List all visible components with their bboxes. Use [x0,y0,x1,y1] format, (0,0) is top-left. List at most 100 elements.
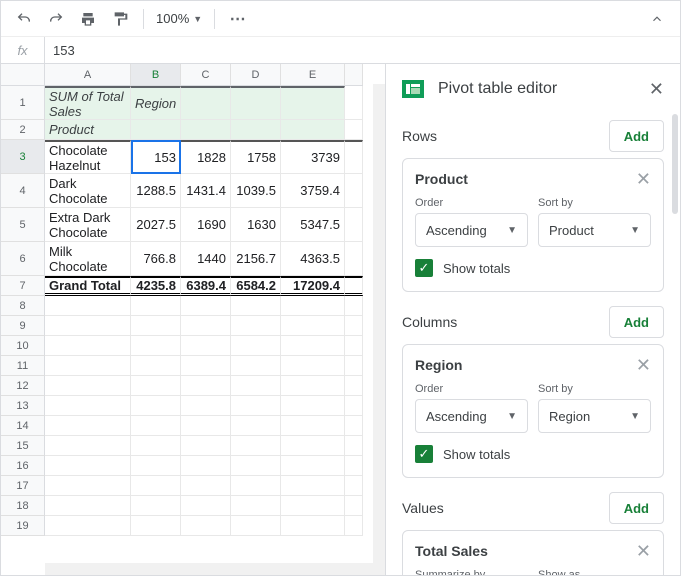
horizontal-scrollbar[interactable] [45,563,373,575]
cell-extra-5[interactable] [345,208,363,242]
cell-C8[interactable] [181,296,231,316]
cell-extra-2[interactable] [345,120,363,140]
rows-sortby-select[interactable]: Product ▼ [538,213,651,247]
cell-extra-10[interactable] [345,336,363,356]
cell-D14[interactable] [231,416,281,436]
columns-show-totals-checkbox[interactable]: ✓ [415,445,433,463]
row-header-15[interactable]: 15 [1,436,45,456]
cell-B12[interactable] [131,376,181,396]
cell-extra-18[interactable] [345,496,363,516]
cell-E10[interactable] [281,336,345,356]
cell-D3[interactable]: 1758 [231,140,281,174]
cell-C7[interactable]: 6389.4 [181,276,231,296]
select-all-cell[interactable] [1,64,45,85]
cell-D4[interactable]: 1039.5 [231,174,281,208]
cell-A19[interactable] [45,516,131,536]
cell-C13[interactable] [181,396,231,416]
cell-B4[interactable]: 1288.5 [131,174,181,208]
cell-extra-14[interactable] [345,416,363,436]
undo-button[interactable] [9,5,39,33]
column-header-A[interactable]: A [45,64,131,85]
cell-B13[interactable] [131,396,181,416]
cell-B5[interactable]: 2027.5 [131,208,181,242]
cell-D19[interactable] [231,516,281,536]
cell-B16[interactable] [131,456,181,476]
cell-A1[interactable]: SUM of Total Sales [45,86,131,120]
column-header-extra[interactable] [345,64,363,85]
row-header-8[interactable]: 8 [1,296,45,316]
paint-format-button[interactable] [105,5,135,33]
cell-extra-9[interactable] [345,316,363,336]
cell-E14[interactable] [281,416,345,436]
add-value-button[interactable]: Add [609,492,664,524]
cell-A14[interactable] [45,416,131,436]
cell-B11[interactable] [131,356,181,376]
cell-C10[interactable] [181,336,231,356]
row-header-14[interactable]: 14 [1,416,45,436]
cell-A13[interactable] [45,396,131,416]
row-header-18[interactable]: 18 [1,496,45,516]
cell-D17[interactable] [231,476,281,496]
cell-extra-13[interactable] [345,396,363,416]
cell-C6[interactable]: 1440 [181,242,231,276]
cell-D2[interactable] [231,120,281,140]
cell-E11[interactable] [281,356,345,376]
cell-C17[interactable] [181,476,231,496]
cell-A15[interactable] [45,436,131,456]
cell-E18[interactable] [281,496,345,516]
column-header-E[interactable]: E [281,64,345,85]
cell-A5[interactable]: Extra Dark Chocolate [45,208,131,242]
more-toolbar-button[interactable]: ⋯ [223,5,253,33]
cell-D9[interactable] [231,316,281,336]
cell-A10[interactable] [45,336,131,356]
cell-E12[interactable] [281,376,345,396]
zoom-select[interactable]: 100% ▼ [152,11,206,26]
cell-A9[interactable] [45,316,131,336]
cell-extra-16[interactable] [345,456,363,476]
column-header-D[interactable]: D [231,64,281,85]
cell-A6[interactable]: Milk Chocolate [45,242,131,276]
cell-extra-19[interactable] [345,516,363,536]
cell-C9[interactable] [181,316,231,336]
cell-E19[interactable] [281,516,345,536]
cell-B3[interactable]: 153 [131,140,181,174]
cell-E9[interactable] [281,316,345,336]
cell-C14[interactable] [181,416,231,436]
spreadsheet-grid[interactable]: ABCDE1SUM of Total SalesRegion2Product3C… [1,64,385,575]
add-row-button[interactable]: Add [609,120,664,152]
cell-B6[interactable]: 766.8 [131,242,181,276]
row-header-11[interactable]: 11 [1,356,45,376]
row-header-19[interactable]: 19 [1,516,45,536]
cell-D18[interactable] [231,496,281,516]
cell-C18[interactable] [181,496,231,516]
row-header-12[interactable]: 12 [1,376,45,396]
cell-B8[interactable] [131,296,181,316]
redo-button[interactable] [41,5,71,33]
cell-C15[interactable] [181,436,231,456]
cell-A8[interactable] [45,296,131,316]
cell-D11[interactable] [231,356,281,376]
row-header-16[interactable]: 16 [1,456,45,476]
cell-D1[interactable] [231,86,281,120]
cell-E17[interactable] [281,476,345,496]
cell-D6[interactable]: 2156.7 [231,242,281,276]
cell-D16[interactable] [231,456,281,476]
cell-extra-8[interactable] [345,296,363,316]
cell-extra-4[interactable] [345,174,363,208]
cell-C11[interactable] [181,356,231,376]
cell-A3[interactable]: Chocolate Hazelnut [45,140,131,174]
cell-E1[interactable] [281,86,345,120]
cell-C3[interactable]: 1828 [181,140,231,174]
cell-A2[interactable]: Product [45,120,131,140]
row-header-17[interactable]: 17 [1,476,45,496]
cell-B18[interactable] [131,496,181,516]
formula-input[interactable]: 153 [45,43,83,58]
columns-order-select[interactable]: Ascending ▼ [415,399,528,433]
cell-C19[interactable] [181,516,231,536]
cell-D8[interactable] [231,296,281,316]
cell-A12[interactable] [45,376,131,396]
cell-C1[interactable] [181,86,231,120]
cell-C2[interactable] [181,120,231,140]
vertical-scrollbar[interactable] [373,84,385,575]
cell-D15[interactable] [231,436,281,456]
